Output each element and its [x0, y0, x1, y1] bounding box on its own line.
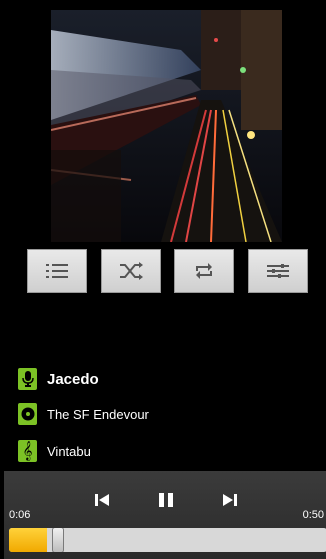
album-row: The SF Endevour — [18, 403, 149, 425]
artist-row: Jacedo — [18, 368, 99, 390]
pause-icon — [159, 493, 173, 507]
skip-previous-icon — [95, 494, 109, 506]
next-button[interactable] — [219, 489, 241, 511]
seek-bar-progress — [9, 528, 47, 552]
shuffle-icon — [120, 262, 143, 280]
shuffle-button[interactable] — [101, 249, 161, 293]
list-icon — [46, 264, 68, 278]
microphone-icon — [18, 368, 37, 390]
treble-clef-icon: 𝄞 — [18, 440, 37, 462]
album-disc-icon — [18, 403, 37, 425]
repeat-button[interactable] — [174, 249, 234, 293]
album-artwork — [51, 10, 282, 242]
song-row: 𝄞 Vintabu — [18, 440, 91, 462]
equalizer-button[interactable] — [248, 249, 308, 293]
equalizer-icon — [267, 264, 289, 278]
previous-button[interactable] — [91, 489, 113, 511]
elapsed-time: 0:06 — [9, 509, 31, 521]
song-title: Vintabu — [47, 443, 91, 459]
total-duration: 0:50 — [302, 509, 324, 521]
seek-bar-thumb[interactable] — [52, 528, 64, 552]
artist-name: Jacedo — [47, 370, 99, 388]
pause-button[interactable] — [155, 489, 177, 511]
playback-options-toolbar — [0, 249, 326, 293]
skip-next-icon — [223, 494, 237, 506]
player-bar: 0:06 0:50 — [4, 471, 326, 559]
repeat-icon — [196, 263, 212, 279]
seek-bar[interactable] — [9, 528, 326, 552]
playlist-button[interactable] — [27, 249, 87, 293]
album-name: The SF Endevour — [47, 406, 149, 422]
